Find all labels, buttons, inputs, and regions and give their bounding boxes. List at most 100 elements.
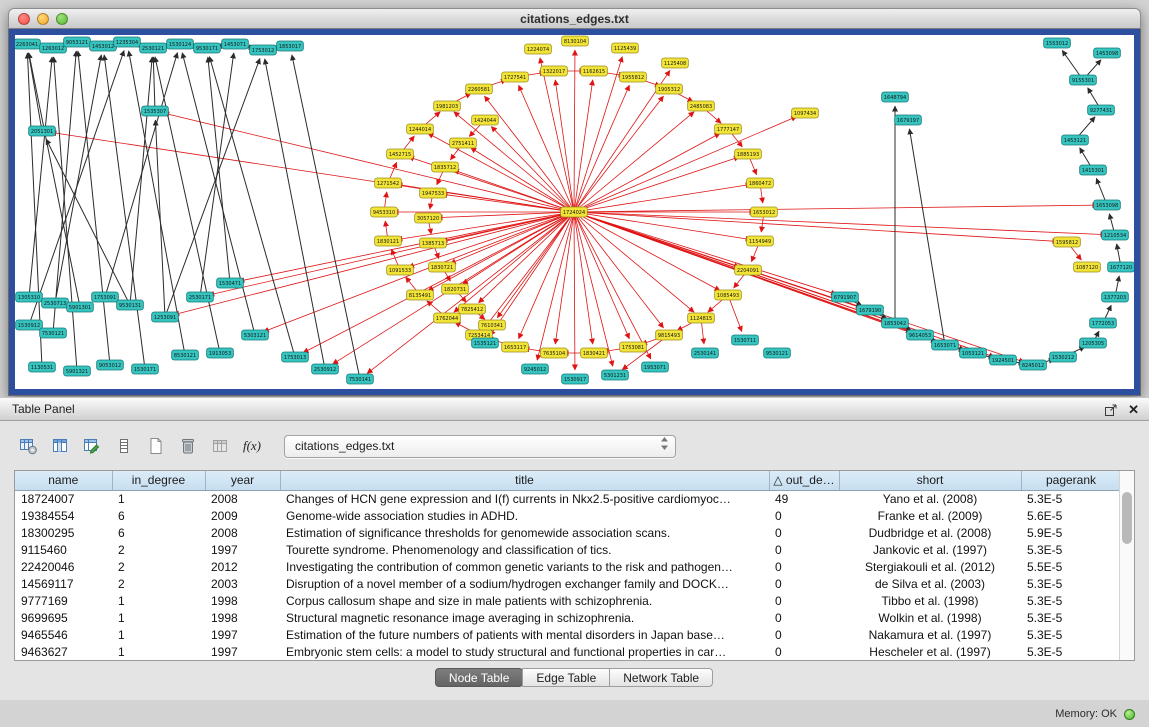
memory-status: Memory: OK [1055, 708, 1117, 720]
column-header-short[interactable]: short [839, 471, 1021, 490]
graph-node-label: 1125439 [614, 46, 636, 52]
table-mode-icon[interactable] [14, 433, 42, 459]
citation-edge-red [574, 157, 739, 212]
table-row[interactable]: 1872400712008Changes of HCN gene express… [15, 490, 1121, 507]
column-header-in_degree[interactable]: in_degree [112, 471, 205, 490]
graph-node-label: 1224074 [527, 47, 549, 53]
citation-edge-red [574, 133, 720, 212]
graph-node-label: 1305310 [18, 295, 40, 301]
delete-table-icon[interactable] [174, 433, 202, 459]
graph-node-label: 1125408 [664, 61, 686, 67]
graph-node-label: 1530917 [564, 377, 586, 383]
citation-edge-black [909, 129, 945, 345]
close-panel-icon[interactable]: ✕ [1128, 403, 1139, 417]
graph-node-label: 1530171 [134, 367, 156, 373]
graph-node-label: 9053121 [66, 40, 88, 46]
graph-node-label: 1244014 [409, 127, 431, 133]
citation-edge-red [574, 212, 629, 339]
citation-edge-red [574, 212, 1024, 362]
table-panel-body: f(x) citations_edges.txt namein_degreeye… [0, 421, 1149, 687]
tab-network-table[interactable]: Network Table [609, 668, 713, 687]
float-panel-icon[interactable] [1104, 403, 1118, 417]
citation-edge-red [453, 170, 574, 212]
graph-node-label: 1853017 [279, 44, 301, 50]
graph-node-label: 1727541 [504, 75, 526, 81]
table-cell: 1 [112, 643, 205, 660]
table-select[interactable]: citations_edges.txt [284, 435, 676, 458]
table-row[interactable]: 977716911998Corpus callosum shape and si… [15, 592, 1121, 609]
table-scrollbar[interactable] [1119, 471, 1134, 660]
table-cell: 49 [769, 490, 839, 507]
graph-node-label: 2204091 [737, 268, 759, 274]
table-cell: 9115460 [15, 541, 112, 558]
table-row[interactable]: 946362711997Embryonic stem cells: a mode… [15, 643, 1121, 660]
graph-node-label: 2051301 [31, 129, 53, 135]
graph-node-label: 1772053 [1092, 321, 1114, 327]
column-header-out_de[interactable]: △ out_de… [769, 471, 839, 490]
edit-columns-icon[interactable] [78, 433, 106, 459]
graph-node-label: 1905312 [658, 87, 680, 93]
graph-node-label: 1535307 [144, 109, 166, 115]
citation-edge-black [292, 55, 360, 379]
table-row[interactable]: 911546021997Tourette syndrome. Phenomeno… [15, 541, 1121, 558]
graph-node-label: 1679190 [859, 308, 881, 314]
graph-node-label: 1724024 [563, 210, 585, 216]
table-cell: 9463627 [15, 643, 112, 660]
table-cell: Hescheler et al. (1997) [839, 643, 1021, 660]
new-file-icon[interactable] [142, 433, 170, 459]
citation-edge-red [555, 212, 574, 344]
table-row[interactable]: 2242004622012Investigating the contribut… [15, 558, 1121, 575]
table-cell: Embryonic stem cells: a model to study s… [280, 643, 769, 660]
table-row[interactable]: 946554611997Estimation of the future num… [15, 626, 1121, 643]
window-titlebar[interactable]: citations_edges.txt [8, 8, 1141, 29]
table-select-value: citations_edges.txt [295, 439, 660, 453]
graph-node-label: 2530912 [314, 367, 336, 373]
column-header-name[interactable]: name [15, 471, 112, 490]
table-cell: 5.3E-5 [1021, 490, 1121, 507]
scrollbar-thumb[interactable] [1122, 492, 1132, 544]
citation-edge-red [574, 57, 622, 212]
graph-node-label: 1830421 [583, 351, 605, 357]
table-cell: 0 [769, 558, 839, 575]
citation-edge-red [574, 205, 1098, 212]
column-header-pagerank[interactable]: pagerank [1021, 471, 1121, 490]
citation-edge-red [728, 295, 742, 332]
graph-node-label: 8130104 [564, 39, 586, 45]
column-header-year[interactable]: year [205, 471, 280, 490]
graph-node-label: 1820731 [444, 287, 466, 293]
citation-edge-red [574, 85, 629, 212]
row-height-icon[interactable] [110, 433, 138, 459]
table-row[interactable]: 1938455462009Genome-wide association stu… [15, 507, 1121, 524]
graph-node-label: 1091533 [389, 268, 411, 274]
graph-node-label: 1453121 [1064, 138, 1086, 144]
show-columns-icon[interactable] [46, 433, 74, 459]
citation-edge-red [491, 126, 574, 212]
graph-node-label: 2485083 [690, 104, 712, 110]
table-cell: 5.3E-5 [1021, 626, 1121, 643]
graph-node-label: 1087120 [1076, 265, 1098, 271]
graph-node-label: 1753081 [622, 345, 644, 351]
citation-edge-red [574, 212, 836, 294]
function-builder-icon[interactable]: f(x) [238, 433, 266, 459]
table-row[interactable]: 1456911722003Disruption of a novel membe… [15, 575, 1121, 592]
graph-node-label: 1235304 [116, 40, 138, 46]
window-zoom-button[interactable] [56, 13, 68, 25]
table-row[interactable]: 1830029562008Estimation of significance … [15, 524, 1121, 541]
table-cell: 9699695 [15, 609, 112, 626]
window-minimize-button[interactable] [37, 13, 49, 25]
column-header-title[interactable]: title [280, 471, 769, 490]
combo-arrows-icon [660, 436, 669, 456]
network-frame: 1724024165301211549492204091108549311248… [8, 29, 1141, 396]
tab-edge-table[interactable]: Edge Table [522, 668, 610, 687]
tab-node-table[interactable]: Node Table [435, 668, 524, 687]
table-cell: 22420046 [15, 558, 112, 575]
table-row[interactable]: 969969511998Structural magnetic resonanc… [15, 609, 1121, 626]
citation-edge-black [46, 139, 130, 305]
table-cell: 5.9E-5 [1021, 524, 1121, 541]
graph-node-label: 1453071 [224, 42, 246, 48]
window-close-button[interactable] [18, 13, 30, 25]
table-body: 1872400712008Changes of HCN gene express… [15, 490, 1121, 660]
network-canvas[interactable]: 1724024165301211549492204091108549311248… [15, 35, 1134, 389]
table-cell: 1997 [205, 541, 280, 558]
import-table-icon[interactable] [206, 433, 234, 459]
